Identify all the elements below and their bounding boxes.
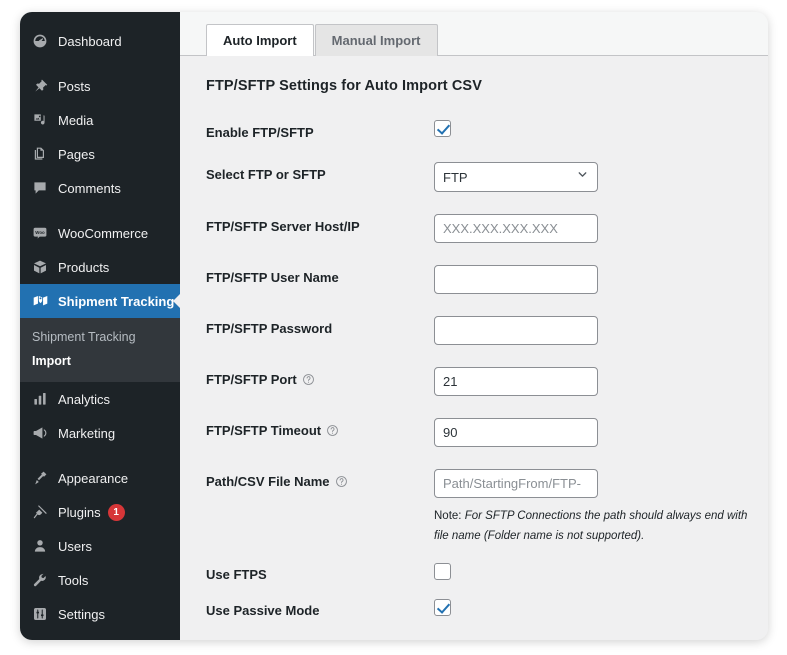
label-enable: Enable FTP/SFTP [206, 125, 314, 140]
comments-icon [32, 180, 58, 196]
protocol-select[interactable]: FTP [434, 162, 598, 192]
label-password: FTP/SFTP Password [206, 321, 333, 336]
settings-icon [32, 606, 58, 622]
sidebar-item-marketing[interactable]: Marketing [20, 416, 180, 450]
tab-bar: Auto Import Manual Import [180, 12, 768, 56]
label-protocol: Select FTP or SFTP [206, 167, 326, 182]
sidebar-item-label: Analytics [58, 391, 111, 407]
label-port-text: FTP/SFTP Port [206, 372, 297, 387]
analytics-icon [32, 391, 58, 407]
sidebar-item-label: Posts [58, 78, 91, 94]
sidebar-item-users[interactable]: Users [20, 529, 180, 563]
label-path: Path/CSV File Name [206, 469, 434, 489]
label-ftps: Use FTPS [206, 567, 267, 583]
timeout-input[interactable] [434, 418, 598, 447]
settings-form: FTP/SFTP Settings for Auto Import CSV En… [180, 56, 768, 640]
field-row-protocol: Select FTP or SFTP FTP [206, 162, 768, 192]
main-panel: Auto Import Manual Import FTP/SFTP Setti… [180, 12, 768, 640]
field-row-password: FTP/SFTP Password [206, 316, 768, 345]
label-timeout-text: FTP/SFTP Timeout [206, 423, 322, 438]
field-row-enable: Enable FTP/SFTP [206, 120, 768, 140]
field-row-ftps: Use FTPS [206, 562, 768, 582]
label-path-text: Path/CSV File Name [206, 474, 330, 489]
port-input[interactable] [434, 367, 598, 396]
sidebar-item-label: Media [58, 112, 94, 128]
field-row-host: FTP/SFTP Server Host/IP [206, 214, 768, 243]
username-input[interactable] [434, 265, 598, 294]
sidebar-item-dashboard[interactable]: Dashboard [20, 24, 180, 58]
pages-icon [32, 146, 58, 162]
field-row-path: Path/CSV File Name Note: For SFTP Connec… [206, 469, 768, 546]
path-note-line2: file name (Folder name is not supported)… [434, 530, 645, 543]
field-row-passive: Use Passive Mode [206, 598, 768, 618]
sidebar-item-pages[interactable]: Pages [20, 137, 180, 171]
sidebar-item-label: Settings [58, 606, 105, 622]
sidebar-item-media[interactable]: Media [20, 103, 180, 137]
sidebar-item-label: Pages [58, 146, 95, 162]
sidebar-item-label: Tools [58, 572, 89, 588]
admin-sidebar: Dashboard Posts Media Pages Comments Woo… [20, 12, 181, 640]
field-row-username: FTP/SFTP User Name [206, 265, 768, 294]
field-row-port: FTP/SFTP Port [206, 367, 768, 396]
help-circle-icon[interactable] [335, 475, 348, 488]
password-input[interactable] [434, 316, 598, 345]
sidebar-item-posts[interactable]: Posts [20, 69, 180, 103]
woocommerce-icon: Woo [32, 225, 58, 241]
path-note-lead: Note: [434, 510, 462, 522]
dashboard-icon [32, 33, 58, 49]
users-icon [32, 538, 58, 554]
host-input[interactable] [434, 214, 598, 243]
tab-manual-import[interactable]: Manual Import [314, 24, 438, 56]
path-note: Note: For SFTP Connections the path shou… [434, 506, 768, 546]
sidebar-item-appearance[interactable]: Appearance [20, 461, 180, 495]
use-passive-mode-checkbox[interactable] [434, 598, 451, 616]
label-port: FTP/SFTP Port [206, 367, 434, 387]
label-username: FTP/SFTP User Name [206, 270, 339, 285]
enable-ftp-checkbox[interactable] [434, 120, 451, 138]
help-circle-icon[interactable] [326, 424, 339, 437]
media-icon [32, 112, 58, 128]
sidebar-item-label: Marketing [58, 425, 116, 441]
sidebar-item-label: Plugins [58, 504, 101, 520]
sidebar-subitem-shipment-tracking[interactable]: Shipment Tracking [20, 325, 180, 349]
sidebar-item-woocommerce[interactable]: Woo WooCommerce [20, 216, 180, 250]
sidebar-item-products[interactable]: Products [20, 250, 180, 284]
sidebar-item-label: Shipment Tracking [58, 293, 175, 309]
plugins-update-badge: 1 [107, 503, 125, 521]
sidebar-item-label: Comments [58, 180, 121, 196]
admin-window: Dashboard Posts Media Pages Comments Woo… [20, 12, 768, 640]
field-row-timeout: FTP/SFTP Timeout [206, 418, 768, 447]
label-passive: Use Passive Mode [206, 603, 320, 619]
path-note-line1: For SFTP Connections the path should alw… [464, 510, 748, 522]
pin-icon [32, 78, 58, 94]
marketing-icon [32, 425, 58, 441]
page-title: FTP/SFTP Settings for Auto Import CSV [206, 78, 482, 94]
plugins-icon [32, 504, 58, 520]
tab-auto-import[interactable]: Auto Import [206, 24, 314, 56]
shipment-tracking-icon [32, 293, 58, 310]
sidebar-submenu: Shipment Tracking Import [20, 318, 180, 382]
screen: Dashboard Posts Media Pages Comments Woo… [0, 0, 787, 655]
sidebar-item-shipment-tracking[interactable]: Shipment Tracking [20, 284, 181, 318]
path-input[interactable] [434, 469, 598, 498]
label-timeout: FTP/SFTP Timeout [206, 418, 434, 438]
use-ftps-checkbox[interactable] [434, 562, 451, 580]
sidebar-item-plugins[interactable]: Plugins 1 [20, 495, 180, 529]
sidebar-item-label: Dashboard [58, 33, 122, 49]
svg-text:Woo: Woo [35, 230, 45, 235]
sidebar-subitem-import[interactable]: Import [20, 349, 180, 373]
tools-icon [32, 572, 58, 588]
help-circle-icon[interactable] [302, 373, 315, 386]
sidebar-item-label: WooCommerce [58, 225, 149, 241]
sidebar-item-analytics[interactable]: Analytics [20, 382, 180, 416]
appearance-icon [32, 470, 58, 486]
sidebar-item-comments[interactable]: Comments [20, 171, 180, 205]
label-host: FTP/SFTP Server Host/IP [206, 219, 360, 234]
sidebar-item-tools[interactable]: Tools [20, 563, 180, 597]
sidebar-item-settings[interactable]: Settings [20, 597, 180, 631]
sidebar-item-label: Users [58, 538, 92, 554]
products-icon [32, 259, 58, 275]
sidebar-item-label: Appearance [58, 470, 129, 486]
sidebar-item-label: Products [58, 259, 110, 275]
